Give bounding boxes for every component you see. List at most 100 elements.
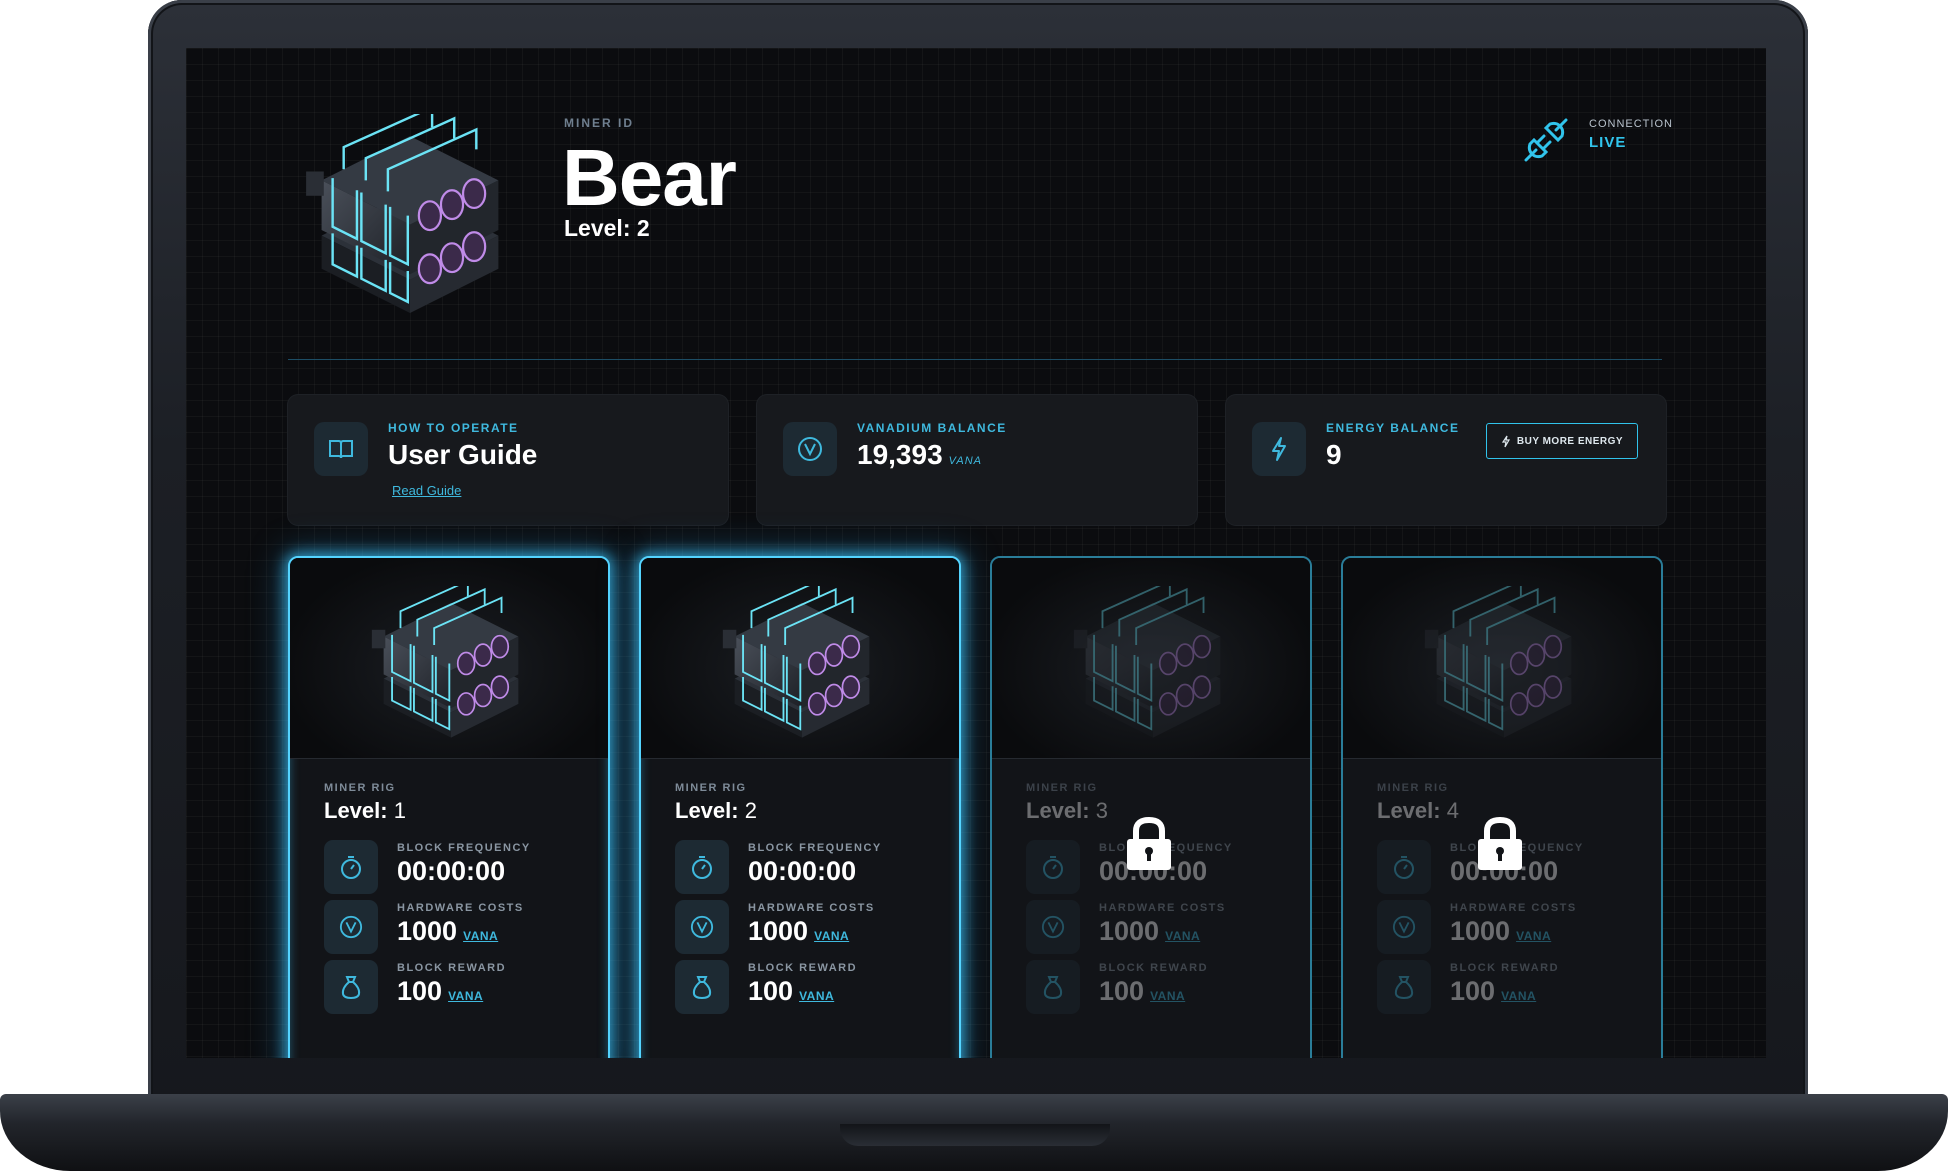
buy-more-energy-label: BUY MORE ENERGY (1516, 435, 1624, 447)
block-frequency-stat: BLOCK FREQUENCY 00:00:00 (324, 840, 584, 896)
vanadium-balance-label: VANADIUM BALANCE (857, 421, 1007, 435)
block-reward-value: 100 VANA (1099, 976, 1185, 1007)
rig-level-label: Level: (324, 798, 388, 823)
user-guide-card: HOW TO OPERATE User Guide Read Guide (288, 395, 728, 525)
hardware-costs-amount: 1000 (1450, 916, 1511, 946)
vanadium-icon (324, 900, 378, 954)
hardware-costs-unit[interactable]: VANA (463, 929, 498, 943)
block-reward-value: 100 VANA (1450, 976, 1536, 1007)
vanadium-balance-amount: 19,393 (857, 439, 943, 470)
laptop-notch (840, 1124, 1110, 1146)
vanadium-icon (675, 900, 729, 954)
miner-level: Level: 2 (564, 215, 650, 241)
vanadium-icon (1377, 900, 1431, 954)
rig-card-level-1[interactable]: MINER RIG Level: 1 BLOCK FREQUENCY 00:00… (288, 556, 610, 1058)
hardware-costs-label: HARDWARE COSTS (1099, 902, 1226, 914)
vanadium-balance-value: 19,393 VANA (857, 439, 982, 471)
hardware-costs-stat: HARDWARE COSTS 1000 VANA (1377, 900, 1637, 956)
header-divider (288, 359, 1662, 360)
stopwatch-icon (675, 840, 729, 894)
block-reward-value: 100 VANA (397, 976, 483, 1007)
rig-card-level-3[interactable]: MINER RIG Level: 3 BLOCK FREQUENCY 00:00… (990, 556, 1312, 1058)
block-reward-amount: 100 (1450, 976, 1496, 1006)
block-reward-amount: 100 (397, 976, 443, 1006)
lock-icon (1127, 816, 1171, 870)
hardware-costs-label: HARDWARE COSTS (1450, 902, 1577, 914)
block-reward-unit[interactable]: VANA (799, 989, 834, 1003)
hardware-costs-value: 1000 VANA (748, 916, 849, 947)
rig-kind-label: MINER RIG (1026, 782, 1098, 794)
block-reward-stat: BLOCK REWARD 100 VANA (324, 960, 584, 1016)
rig-level-value: 2 (744, 798, 757, 823)
rig-level-value: 1 (393, 798, 406, 823)
block-reward-label: BLOCK REWARD (748, 962, 858, 974)
stopwatch-icon (324, 840, 378, 894)
rig-level: Level: 1 (324, 798, 406, 824)
miner-rig-illustration (370, 586, 520, 739)
buy-more-energy-button[interactable]: BUY MORE ENERGY (1486, 423, 1638, 459)
miner-rig-illustration (304, 114, 500, 315)
hardware-costs-unit[interactable]: VANA (814, 929, 849, 943)
rig-level-label: Level: (675, 798, 739, 823)
hardware-costs-stat: HARDWARE COSTS 1000 VANA (675, 900, 935, 956)
stopwatch-icon (1026, 840, 1080, 894)
plug-icon (1524, 118, 1568, 162)
vanadium-balance-card: VANADIUM BALANCE 19,393 VANA (757, 395, 1197, 525)
rig-level-label: Level: (1026, 798, 1090, 823)
lock-icon (1478, 816, 1522, 870)
rig-image-area (641, 558, 959, 759)
block-reward-label: BLOCK REWARD (1099, 962, 1209, 974)
hardware-costs-stat: HARDWARE COSTS 1000 VANA (324, 900, 584, 956)
hardware-costs-value: 1000 VANA (397, 916, 498, 947)
lightning-icon (1501, 435, 1510, 447)
rig-level: Level: 2 (675, 798, 757, 824)
energy-balance-value: 9 (1326, 439, 1342, 470)
block-frequency-value: 00:00:00 (748, 856, 857, 886)
money-bag-icon (675, 960, 729, 1014)
rig-level: Level: 3 (1026, 798, 1108, 824)
hardware-costs-label: HARDWARE COSTS (748, 902, 875, 914)
block-reward-label: BLOCK REWARD (1450, 962, 1560, 974)
hardware-costs-unit: VANA (1516, 929, 1552, 943)
block-frequency-value: 00:00:00 (397, 856, 506, 886)
rig-kind-label: MINER RIG (1377, 782, 1449, 794)
energy-balance-card: ENERGY BALANCE 9 BUY MORE ENERGY (1226, 395, 1666, 525)
rig-card-level-2[interactable]: MINER RIG Level: 2 BLOCK FREQUENCY 00:00… (639, 556, 961, 1058)
connection-label: CONNECTION (1589, 118, 1673, 130)
stopwatch-icon (1377, 840, 1431, 894)
miner-name: Bear (562, 133, 737, 222)
block-reward-unit[interactable]: VANA (448, 989, 483, 1003)
vanadium-icon (783, 422, 837, 476)
user-guide-label: HOW TO OPERATE (388, 421, 519, 435)
money-bag-icon (1026, 960, 1080, 1014)
block-reward-value: 100 VANA (748, 976, 834, 1007)
miner-rig-illustration (1072, 586, 1222, 739)
block-reward-stat: BLOCK REWARD 100 VANA (1377, 960, 1637, 1016)
rig-kind-label: MINER RIG (675, 782, 747, 794)
rig-image-area (1343, 558, 1661, 759)
energy-balance-label: ENERGY BALANCE (1326, 421, 1460, 435)
hardware-costs-label: HARDWARE COSTS (397, 902, 524, 914)
rig-level: Level: 4 (1377, 798, 1459, 824)
book-icon (314, 422, 368, 476)
hardware-costs-amount: 1000 (748, 916, 809, 946)
rig-card-level-4[interactable]: MINER RIG Level: 4 BLOCK FREQUENCY 00:00… (1341, 556, 1663, 1058)
vanadium-balance-unit: VANA (948, 455, 982, 467)
read-guide-link[interactable]: Read Guide (392, 483, 461, 498)
connection-status: LIVE (1589, 134, 1627, 151)
miner-rig-illustration (721, 586, 871, 739)
hardware-costs-value: 1000 VANA (1099, 916, 1200, 947)
lightning-icon (1252, 422, 1306, 476)
rig-level-value: 4 (1446, 798, 1459, 823)
hardware-costs-amount: 1000 (397, 916, 458, 946)
block-reward-stat: BLOCK REWARD 100 VANA (675, 960, 935, 1016)
hardware-costs-stat: HARDWARE COSTS 1000 VANA (1026, 900, 1286, 956)
user-guide-title: User Guide (388, 439, 538, 470)
block-reward-stat: BLOCK REWARD 100 VANA (1026, 960, 1286, 1016)
rig-image-area (992, 558, 1310, 759)
rig-kind-label: MINER RIG (324, 782, 396, 794)
money-bag-icon (1377, 960, 1431, 1014)
dashboard-screen: MINER ID Bear Level: 2 CONNECTION LIVE H… (186, 48, 1766, 1058)
rig-image-area (290, 558, 608, 759)
block-reward-amount: 100 (1099, 976, 1145, 1006)
